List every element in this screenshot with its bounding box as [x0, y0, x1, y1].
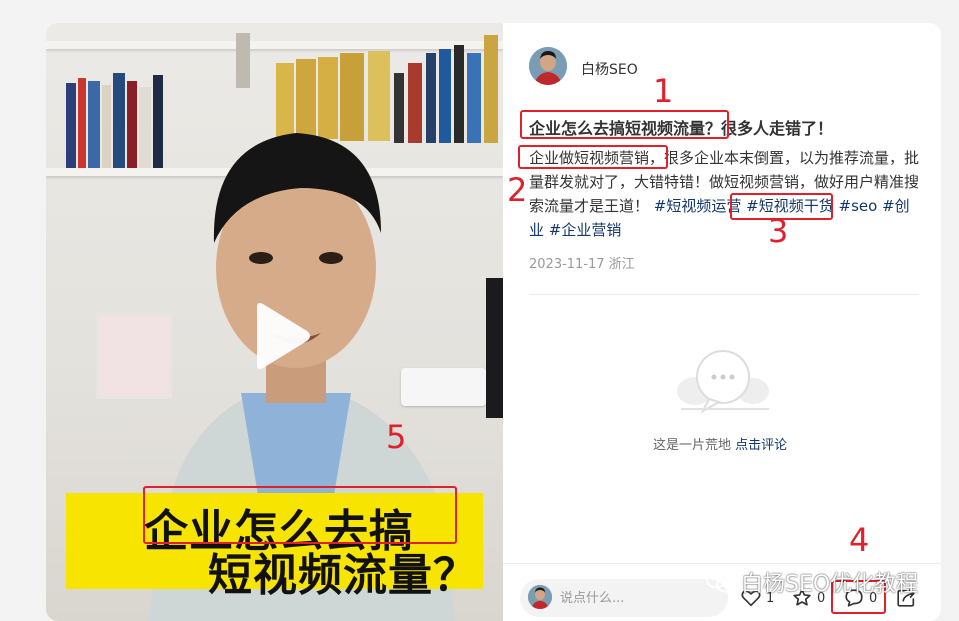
empty-comments-label: 这是一片荒地	[653, 438, 732, 453]
author-avatar[interactable]	[529, 47, 567, 85]
post-date-location: 2023-11-17 浙江	[529, 257, 635, 272]
hashtag[interactable]: #企业营销	[549, 221, 622, 239]
hashtag[interactable]: #短视频运营	[654, 197, 742, 215]
hashtag[interactable]: #seo	[839, 197, 878, 215]
annotation-number-2: 2	[507, 171, 528, 209]
book	[467, 53, 481, 143]
write-comment-link[interactable]: 点击评论	[735, 438, 787, 453]
annotation-box-1	[520, 110, 729, 139]
book	[88, 81, 100, 168]
book	[78, 78, 86, 168]
annotation-number-3: 3	[768, 212, 789, 250]
annotation-box-2	[518, 145, 668, 169]
empty-comments-text: 这是一片荒地 点击评论	[653, 434, 787, 453]
bottom-divider	[503, 563, 941, 564]
monitor-edge	[486, 278, 503, 418]
shelf	[46, 41, 503, 49]
book	[484, 35, 498, 143]
book	[236, 33, 250, 88]
video-caption-line2: 短视频流量？	[208, 550, 478, 601]
wechat-icon	[706, 571, 734, 593]
annotation-number-1: 1	[653, 72, 674, 110]
play-icon[interactable]	[251, 301, 311, 371]
watermark-text: 白杨SEO优化教程	[741, 572, 919, 597]
divider	[529, 294, 919, 295]
annotation-number-4: 4	[849, 521, 870, 559]
book	[113, 73, 125, 168]
annotation-box-5	[143, 486, 457, 544]
author-name[interactable]: 白杨SEO	[581, 59, 638, 79]
annotation-number-5: 5	[386, 418, 407, 456]
watermark: 白杨SEO优化教程	[705, 566, 918, 598]
book	[102, 85, 111, 168]
book	[66, 83, 76, 168]
current-user-avatar	[528, 585, 552, 609]
empty-comments-icon	[677, 350, 769, 414]
